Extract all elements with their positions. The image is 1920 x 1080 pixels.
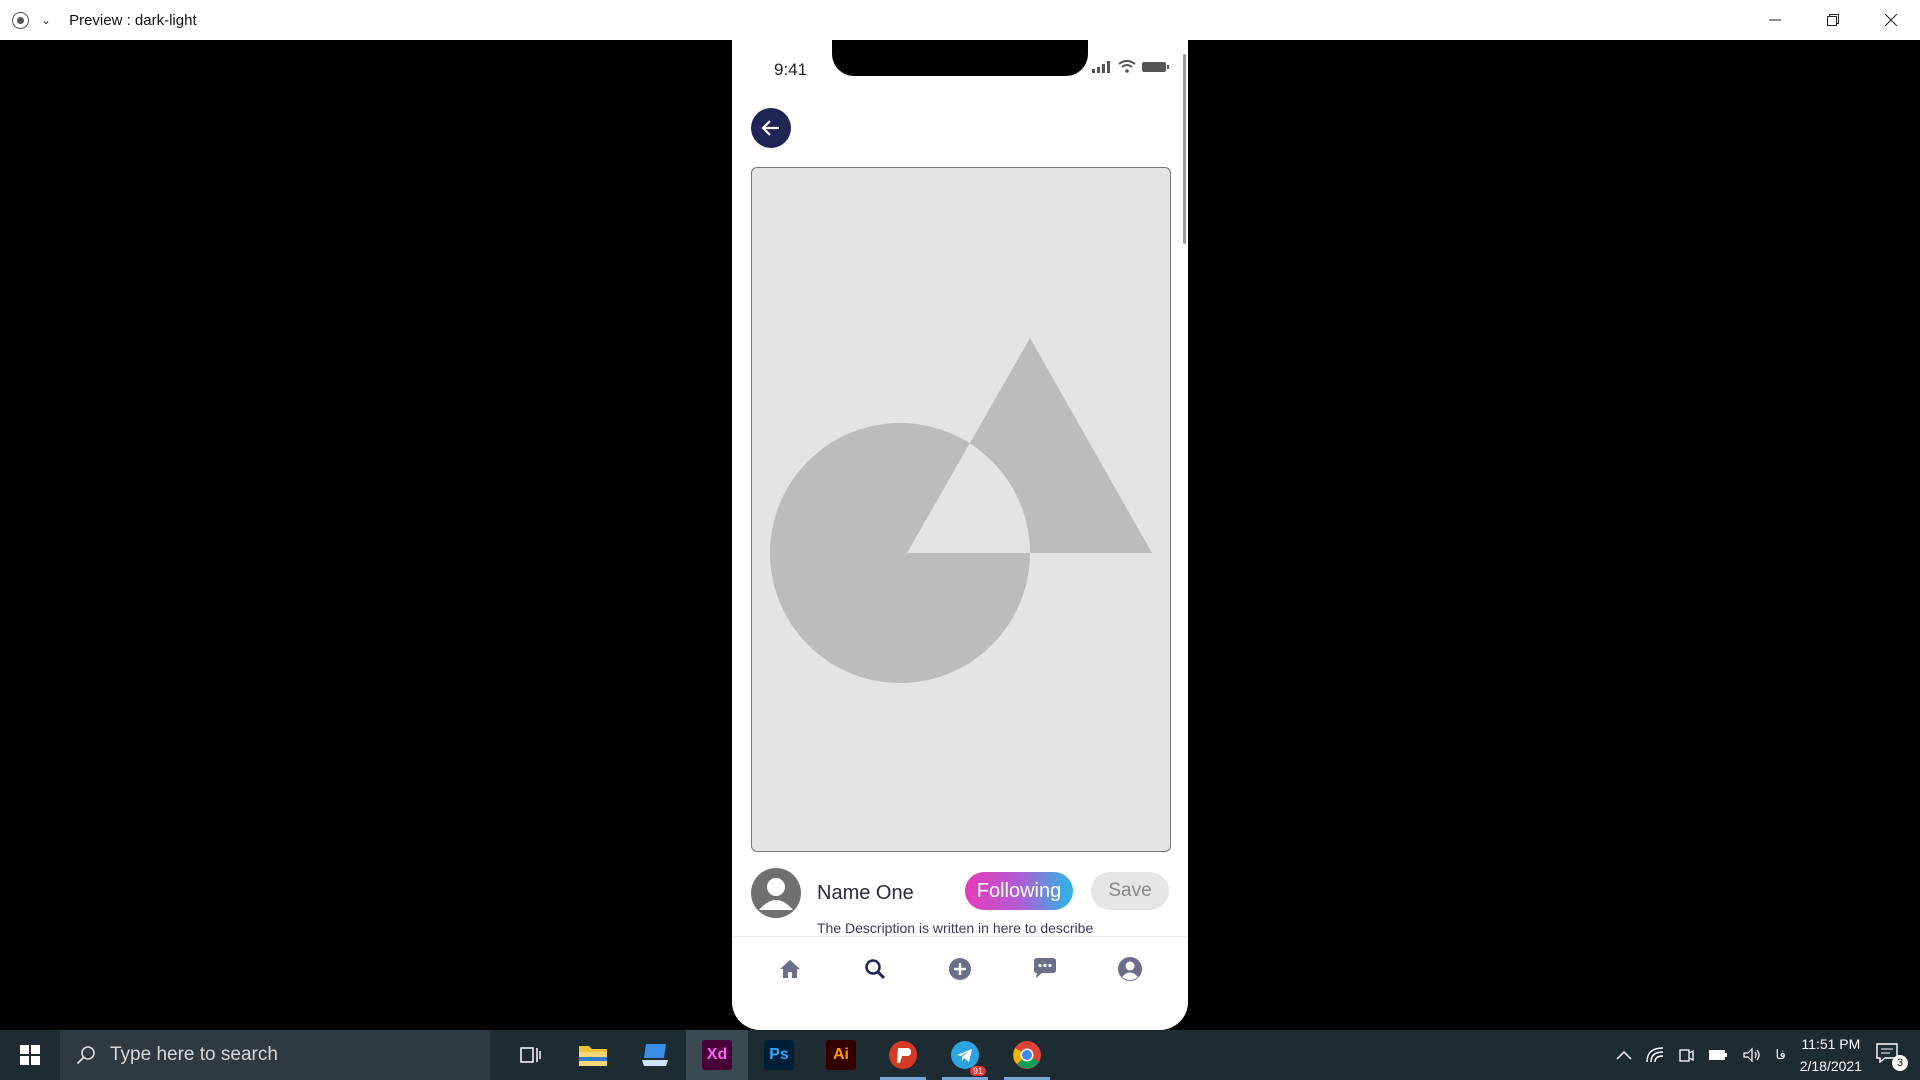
profile-name[interactable]: Name One	[817, 882, 914, 905]
telegram-badge: 91	[969, 1066, 986, 1076]
clock[interactable]: 11:51 PM 2/18/2021	[1800, 1033, 1862, 1077]
folder-icon	[579, 1046, 607, 1066]
back-button[interactable]	[751, 108, 791, 148]
wifi-icon	[1118, 60, 1136, 73]
avatar[interactable]	[751, 868, 801, 918]
minimize-button[interactable]	[1746, 0, 1804, 40]
close-icon	[1885, 14, 1897, 26]
profile-icon	[1118, 956, 1143, 981]
desktop-app-button[interactable]	[624, 1030, 686, 1080]
illustrator-icon: Ai	[826, 1040, 856, 1070]
task-view-button[interactable]	[500, 1030, 562, 1080]
user-avatar-icon	[759, 878, 793, 910]
illustrator-app-button[interactable]: Ai	[810, 1030, 872, 1080]
save-button[interactable]: Save	[1091, 872, 1169, 910]
chrome-app-button[interactable]	[996, 1030, 1058, 1080]
psiphon-icon	[889, 1041, 917, 1069]
minimize-icon	[1769, 19, 1781, 21]
battery-icon	[1142, 61, 1169, 72]
taskbar-search[interactable]: Type here to search	[60, 1030, 490, 1080]
search-icon	[76, 1046, 95, 1065]
restore-icon	[1827, 14, 1839, 26]
chevron-up-icon[interactable]	[1615, 1050, 1632, 1060]
search-icon	[865, 958, 885, 979]
close-button[interactable]	[1862, 0, 1920, 40]
image-placeholder[interactable]	[751, 167, 1171, 852]
titlebar-left: ⌄ Preview : dark-light	[0, 11, 197, 29]
clock-date: 2/18/2021	[1799, 1058, 1862, 1074]
nav-chat[interactable]	[1025, 949, 1065, 989]
add-icon	[948, 957, 971, 980]
telegram-app-button[interactable]: 91	[934, 1030, 996, 1080]
phone-notch	[832, 40, 1088, 76]
following-button[interactable]: Following	[965, 872, 1073, 910]
window-title: Preview : dark-light	[69, 11, 197, 29]
volume-icon[interactable]	[1742, 1047, 1762, 1063]
search-placeholder: Type here to search	[110, 1044, 278, 1065]
psiphon-app-button[interactable]	[872, 1030, 934, 1080]
window-controls	[1746, 0, 1920, 40]
chevron-down-icon[interactable]: ⌄	[41, 13, 51, 27]
restore-button[interactable]	[1804, 0, 1862, 40]
input-language[interactable]: فا	[1776, 1047, 1786, 1063]
nav-add[interactable]	[940, 949, 980, 989]
battery-icon[interactable]	[1708, 1048, 1728, 1062]
clock-time: 11:51 PM	[1801, 1036, 1861, 1052]
chat-icon	[1034, 957, 1057, 978]
post-description: The Description is written in here to de…	[817, 920, 1094, 936]
signal-icon	[1092, 60, 1110, 73]
photoshop-app-button[interactable]: Ps	[748, 1030, 810, 1080]
bottom-nav	[732, 936, 1188, 1000]
status-time: 9:41	[774, 60, 808, 79]
network-icon[interactable]	[1645, 1047, 1664, 1063]
system-tray: فا 11:51 PM 2/18/2021 3	[1615, 1030, 1920, 1080]
nav-search[interactable]	[855, 949, 895, 989]
photoshop-icon: Ps	[764, 1040, 794, 1070]
meeting-icon[interactable]	[1678, 1047, 1694, 1063]
home-icon	[779, 959, 800, 978]
task-view-icon	[520, 1047, 541, 1063]
windows-icon	[20, 1045, 40, 1065]
notification-count: 3	[1892, 1055, 1908, 1071]
file-explorer-button[interactable]	[562, 1030, 624, 1080]
scrollbar[interactable]	[1183, 54, 1186, 244]
phone-preview: 9:41 Name One Following Save The Descrip…	[732, 40, 1188, 1030]
app-icon	[642, 1044, 668, 1066]
window-titlebar: ⌄ Preview : dark-light	[0, 0, 1920, 40]
taskbar: Type here to search Xd Ps Ai 91 فا 11:51…	[0, 1030, 1920, 1080]
arrow-left-icon	[761, 120, 779, 136]
status-icons	[1092, 60, 1170, 73]
record-icon[interactable]	[12, 11, 29, 29]
placeholder-shapes-icon	[770, 338, 1152, 683]
start-button[interactable]	[0, 1030, 60, 1080]
chrome-icon	[1013, 1041, 1041, 1069]
notifications-button[interactable]: 3	[1876, 1043, 1908, 1071]
profile-row: Name One Following Save	[751, 868, 1171, 920]
nav-home[interactable]	[770, 949, 810, 989]
nav-profile[interactable]	[1110, 949, 1150, 989]
taskbar-apps: Xd Ps Ai 91	[500, 1030, 1058, 1080]
xd-app-button[interactable]: Xd	[686, 1030, 748, 1080]
adobe-xd-icon: Xd	[702, 1040, 732, 1070]
